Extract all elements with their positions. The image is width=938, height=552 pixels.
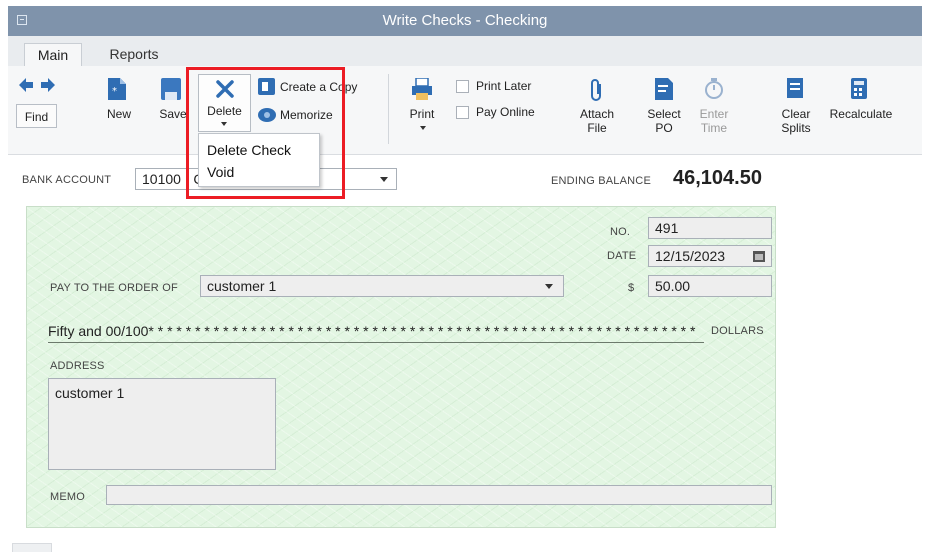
tab-main[interactable]: Main bbox=[24, 43, 82, 66]
written-amount: Fifty and 00/100* * * * * * * * * * * * … bbox=[48, 323, 696, 339]
dollar-sign-label: $ bbox=[628, 282, 635, 294]
pay-online-checkbox[interactable] bbox=[456, 106, 469, 119]
toolbar-divider bbox=[388, 74, 389, 144]
enter-label-2: Time bbox=[700, 121, 728, 135]
next-arrow-icon[interactable] bbox=[41, 78, 55, 92]
clear-splits-button[interactable]: Clear Splits bbox=[776, 76, 816, 136]
select-label-1: Select bbox=[647, 107, 681, 121]
paperclip-icon bbox=[591, 79, 601, 101]
calendar-icon[interactable] bbox=[753, 251, 765, 262]
memo-label: MEMO bbox=[50, 491, 86, 503]
ending-balance-label: ENDING BALANCE bbox=[551, 175, 651, 187]
address-box[interactable]: customer 1 bbox=[48, 378, 276, 470]
new-document-icon: * bbox=[108, 78, 126, 100]
recalculate-button[interactable]: Recalculate bbox=[822, 76, 900, 136]
attach-label-2: File bbox=[587, 121, 607, 135]
find-button[interactable]: Find bbox=[16, 104, 57, 128]
recalculate-label: Recalculate bbox=[829, 107, 893, 121]
clear-label-1: Clear bbox=[781, 107, 811, 121]
check-number-label: NO. bbox=[610, 226, 631, 238]
check-number-field[interactable]: 491 bbox=[648, 217, 772, 239]
print-button[interactable]: Print bbox=[402, 76, 442, 136]
dollars-label: DOLLARS bbox=[711, 325, 764, 337]
select-po-button[interactable]: Select PO bbox=[644, 76, 684, 136]
prev-next-arrows bbox=[19, 78, 55, 92]
payee-chevron-down-icon bbox=[545, 284, 553, 289]
payee-value: customer 1 bbox=[207, 278, 277, 294]
save-disk-icon bbox=[161, 78, 181, 100]
window-title: Write Checks - Checking bbox=[382, 12, 548, 29]
tab-strip: Main Reports bbox=[8, 36, 922, 67]
new-label: New bbox=[106, 107, 131, 121]
attach-file-button[interactable]: Attach File bbox=[576, 76, 618, 136]
date-field[interactable]: 12/15/2023 bbox=[648, 245, 772, 267]
print-later-label: Print Later bbox=[476, 79, 532, 93]
ending-balance-value: 46,104.50 bbox=[673, 167, 762, 189]
purchase-order-icon bbox=[655, 78, 673, 100]
clear-label-2: Splits bbox=[781, 121, 811, 135]
pay-online-label: Pay Online bbox=[476, 105, 535, 119]
bank-account-label: BANK ACCOUNT bbox=[22, 174, 112, 186]
new-button[interactable]: * New bbox=[103, 76, 135, 134]
payee-select[interactable]: customer 1 bbox=[200, 275, 564, 297]
bottom-tab-stub bbox=[12, 543, 52, 552]
calculator-icon bbox=[851, 78, 867, 99]
clear-splits-icon bbox=[787, 78, 803, 98]
printer-icon bbox=[412, 78, 432, 100]
highlight-box bbox=[186, 67, 345, 199]
title-bar: Write Checks - Checking bbox=[8, 6, 922, 36]
memo-field[interactable] bbox=[106, 485, 772, 505]
svg-text:*: * bbox=[112, 86, 117, 97]
previous-arrow-icon[interactable] bbox=[19, 78, 33, 92]
chevron-down-icon bbox=[380, 177, 388, 182]
print-later-checkbox[interactable] bbox=[456, 80, 469, 93]
date-label: DATE bbox=[607, 250, 637, 262]
enter-time-button[interactable]: Enter Time bbox=[694, 76, 734, 136]
enter-label-1: Enter bbox=[699, 107, 729, 121]
stopwatch-icon bbox=[705, 78, 723, 99]
print-dropdown-icon bbox=[420, 126, 426, 130]
attach-label-1: Attach bbox=[579, 107, 615, 121]
select-label-2: PO bbox=[655, 121, 673, 135]
written-amount-underline bbox=[48, 342, 704, 343]
date-value: 12/15/2023 bbox=[655, 248, 726, 264]
amount-field[interactable]: 50.00 bbox=[648, 275, 772, 297]
tab-reports[interactable]: Reports bbox=[102, 43, 166, 66]
print-label: Print bbox=[409, 107, 435, 121]
pay-to-label: PAY TO THE ORDER OF bbox=[50, 282, 178, 294]
address-label: ADDRESS bbox=[50, 360, 105, 372]
